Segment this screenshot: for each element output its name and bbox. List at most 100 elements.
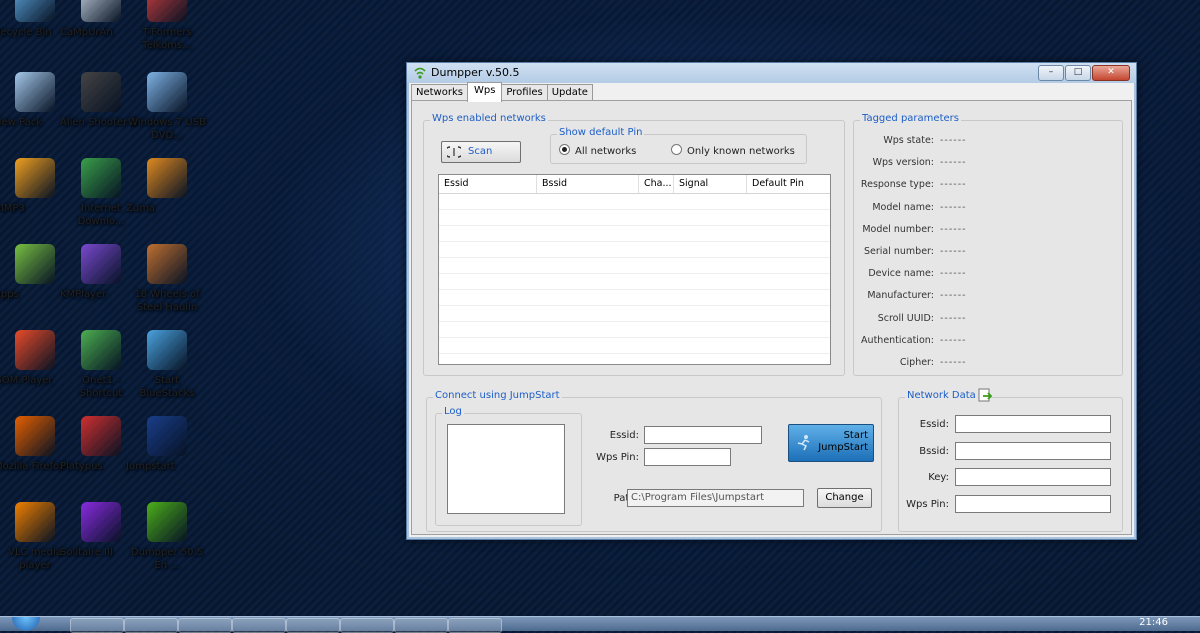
app-icon bbox=[147, 0, 187, 22]
cards-icon bbox=[81, 502, 121, 542]
taskbar-ie[interactable] bbox=[70, 618, 124, 633]
scan-button[interactable]: Scan bbox=[441, 141, 521, 163]
desktop-icon-label: Recycle Bin bbox=[0, 27, 52, 38]
radio-all-networks[interactable]: All networks bbox=[559, 144, 636, 157]
path-input[interactable]: C:\Program Files\Jumpstart bbox=[627, 489, 804, 507]
bluestacks-icon bbox=[147, 330, 187, 370]
tagged-parameter-value: ------ bbox=[940, 201, 967, 213]
desktop-icon-label: KMPlayer bbox=[60, 289, 107, 300]
desktop-icon-label: AIMP3 bbox=[0, 203, 25, 214]
column-essid[interactable]: Essid bbox=[439, 175, 537, 193]
zuma-icon bbox=[147, 158, 187, 198]
network-data-bssid-input[interactable] bbox=[955, 441, 1111, 460]
desktop-icon[interactable]: Windows 7 USB DVD... bbox=[126, 72, 208, 141]
desktop-icon[interactable]: 18 Wheels of Steel Haulin bbox=[126, 244, 208, 313]
network-data-essid-input[interactable] bbox=[955, 415, 1111, 433]
desktop-icon[interactable]: Start BlueStacks bbox=[126, 330, 208, 399]
window-client: Networks Wps Profiles Update Wps enabled… bbox=[409, 82, 1134, 537]
jumpstart-group: Connect using JumpStart Log Essid: Wps P… bbox=[426, 390, 882, 532]
essid-label: Essid: bbox=[609, 430, 639, 441]
tagged-parameter-key: Model number: bbox=[862, 223, 934, 235]
network-data-group: Network Data Essid: Bssid: Key: Wps Pin: bbox=[898, 388, 1123, 532]
close-button[interactable]: ✕ bbox=[1092, 65, 1130, 81]
wps-pin-input[interactable] bbox=[644, 448, 731, 466]
table-row[interactable] bbox=[439, 258, 830, 274]
table-row[interactable] bbox=[439, 290, 830, 306]
column-signal[interactable]: Signal bbox=[674, 175, 747, 193]
tab-networks[interactable]: Networks bbox=[411, 84, 468, 101]
column-bssid[interactable]: Bssid bbox=[537, 175, 639, 193]
taskbar-bluestacks[interactable] bbox=[394, 618, 448, 633]
desktop-icon-label: Dumpper 50.5 En ... bbox=[130, 547, 204, 571]
tagged-parameter-value: ------ bbox=[940, 357, 967, 368]
network-data-essid-label: Essid: bbox=[919, 419, 949, 430]
network-data-wps-pin-input[interactable] bbox=[955, 494, 1111, 513]
tagged-parameter-value: ------ bbox=[940, 290, 967, 302]
table-row[interactable] bbox=[439, 306, 830, 322]
tagged-parameters-title: Tagged parameters bbox=[860, 113, 961, 124]
desktop-icon[interactable]: Dumpper 50.5 En ... bbox=[126, 502, 208, 571]
minimize-button[interactable]: – bbox=[1038, 65, 1064, 81]
network-data-bssid-label: Bssid: bbox=[919, 445, 949, 457]
maximize-button[interactable]: □ bbox=[1065, 65, 1091, 81]
table-row[interactable] bbox=[439, 274, 830, 290]
radio-dot bbox=[559, 144, 570, 155]
desktop-icon-label: Mozilla Firefox bbox=[0, 461, 65, 472]
table-row[interactable] bbox=[439, 194, 830, 210]
tagged-parameter-key: Wps state: bbox=[883, 135, 934, 146]
recycle-bin-icon bbox=[15, 0, 55, 22]
desktop-icon-label: New Pack bbox=[0, 117, 42, 128]
desktop-icon-label: 18 Wheels of Steel Haulin bbox=[134, 289, 200, 313]
jumpstart-icon bbox=[797, 435, 810, 451]
table-row[interactable] bbox=[439, 242, 830, 258]
networks-table[interactable]: Essid Bssid Cha... Signal Default Pin bbox=[438, 174, 831, 365]
table-row[interactable] bbox=[439, 338, 830, 354]
desktop-icon-label: Start BlueStacks bbox=[139, 375, 195, 399]
tagged-parameter-key: Cipher: bbox=[899, 357, 934, 368]
taskbar-explorer[interactable] bbox=[124, 618, 178, 633]
desktop-icon[interactable]: Zuma bbox=[126, 158, 208, 214]
table-row[interactable] bbox=[439, 322, 830, 338]
start-button[interactable] bbox=[12, 617, 40, 631]
dumpper-window: Dumpper v.50.5 – □ ✕ Networks Wps Profil… bbox=[406, 62, 1137, 540]
desktop-icon-label: Jumpstart bbox=[126, 461, 175, 472]
desktop-icon[interactable]: T-Formers Telkoms... bbox=[126, 0, 208, 51]
column-default-pin[interactable]: Default Pin bbox=[747, 175, 829, 193]
table-row[interactable] bbox=[439, 354, 830, 364]
taskbar-dumpper[interactable] bbox=[448, 618, 502, 633]
tab-profiles[interactable]: Profiles bbox=[501, 84, 548, 101]
column-channel[interactable]: Cha... bbox=[639, 175, 674, 193]
taskbar-firefox[interactable] bbox=[232, 618, 286, 633]
taskbar-media[interactable] bbox=[178, 618, 232, 633]
tab-wps[interactable]: Wps bbox=[466, 82, 503, 102]
start-jumpstart-button[interactable]: Start JumpStart bbox=[788, 424, 874, 462]
taskbar-gom[interactable] bbox=[286, 618, 340, 633]
start-jumpstart-label: Start JumpStart bbox=[818, 430, 868, 453]
log-textarea[interactable] bbox=[447, 424, 565, 514]
radio-dot bbox=[671, 144, 682, 155]
table-row[interactable] bbox=[439, 226, 830, 242]
export-icon[interactable] bbox=[977, 387, 993, 403]
network-data-key-input[interactable] bbox=[955, 468, 1111, 486]
disc-icon bbox=[147, 72, 187, 112]
taskbar-clock[interactable]: 21:46 bbox=[1139, 617, 1168, 628]
desktop-icon-label: GOM Player bbox=[0, 375, 53, 386]
tab-update[interactable]: Update bbox=[546, 84, 593, 101]
essid-input[interactable] bbox=[644, 426, 762, 444]
radio-known-networks[interactable]: Only known networks bbox=[671, 144, 795, 157]
dragon-icon bbox=[81, 330, 121, 370]
table-row[interactable] bbox=[439, 210, 830, 226]
table-body bbox=[439, 194, 830, 364]
wps-tab-page: Wps enabled networks Scan Show default P… bbox=[411, 100, 1132, 535]
default-pin-title: Show default Pin bbox=[557, 127, 645, 138]
tagged-parameter-key: Device name: bbox=[868, 268, 934, 280]
default-pin-group: Show default Pin All networks Only known… bbox=[550, 127, 807, 164]
log-title: Log bbox=[442, 406, 464, 417]
window-titlebar[interactable]: Dumpper v.50.5 – □ ✕ bbox=[407, 63, 1136, 83]
firefox-icon bbox=[15, 416, 55, 456]
log-group: Log bbox=[435, 406, 582, 526]
desktop-icon-label: Apps bbox=[0, 289, 19, 300]
change-button[interactable]: Change bbox=[817, 488, 872, 508]
taskbar-kmplayer[interactable] bbox=[340, 618, 394, 633]
desktop-icon[interactable]: Jumpstart bbox=[126, 416, 208, 472]
